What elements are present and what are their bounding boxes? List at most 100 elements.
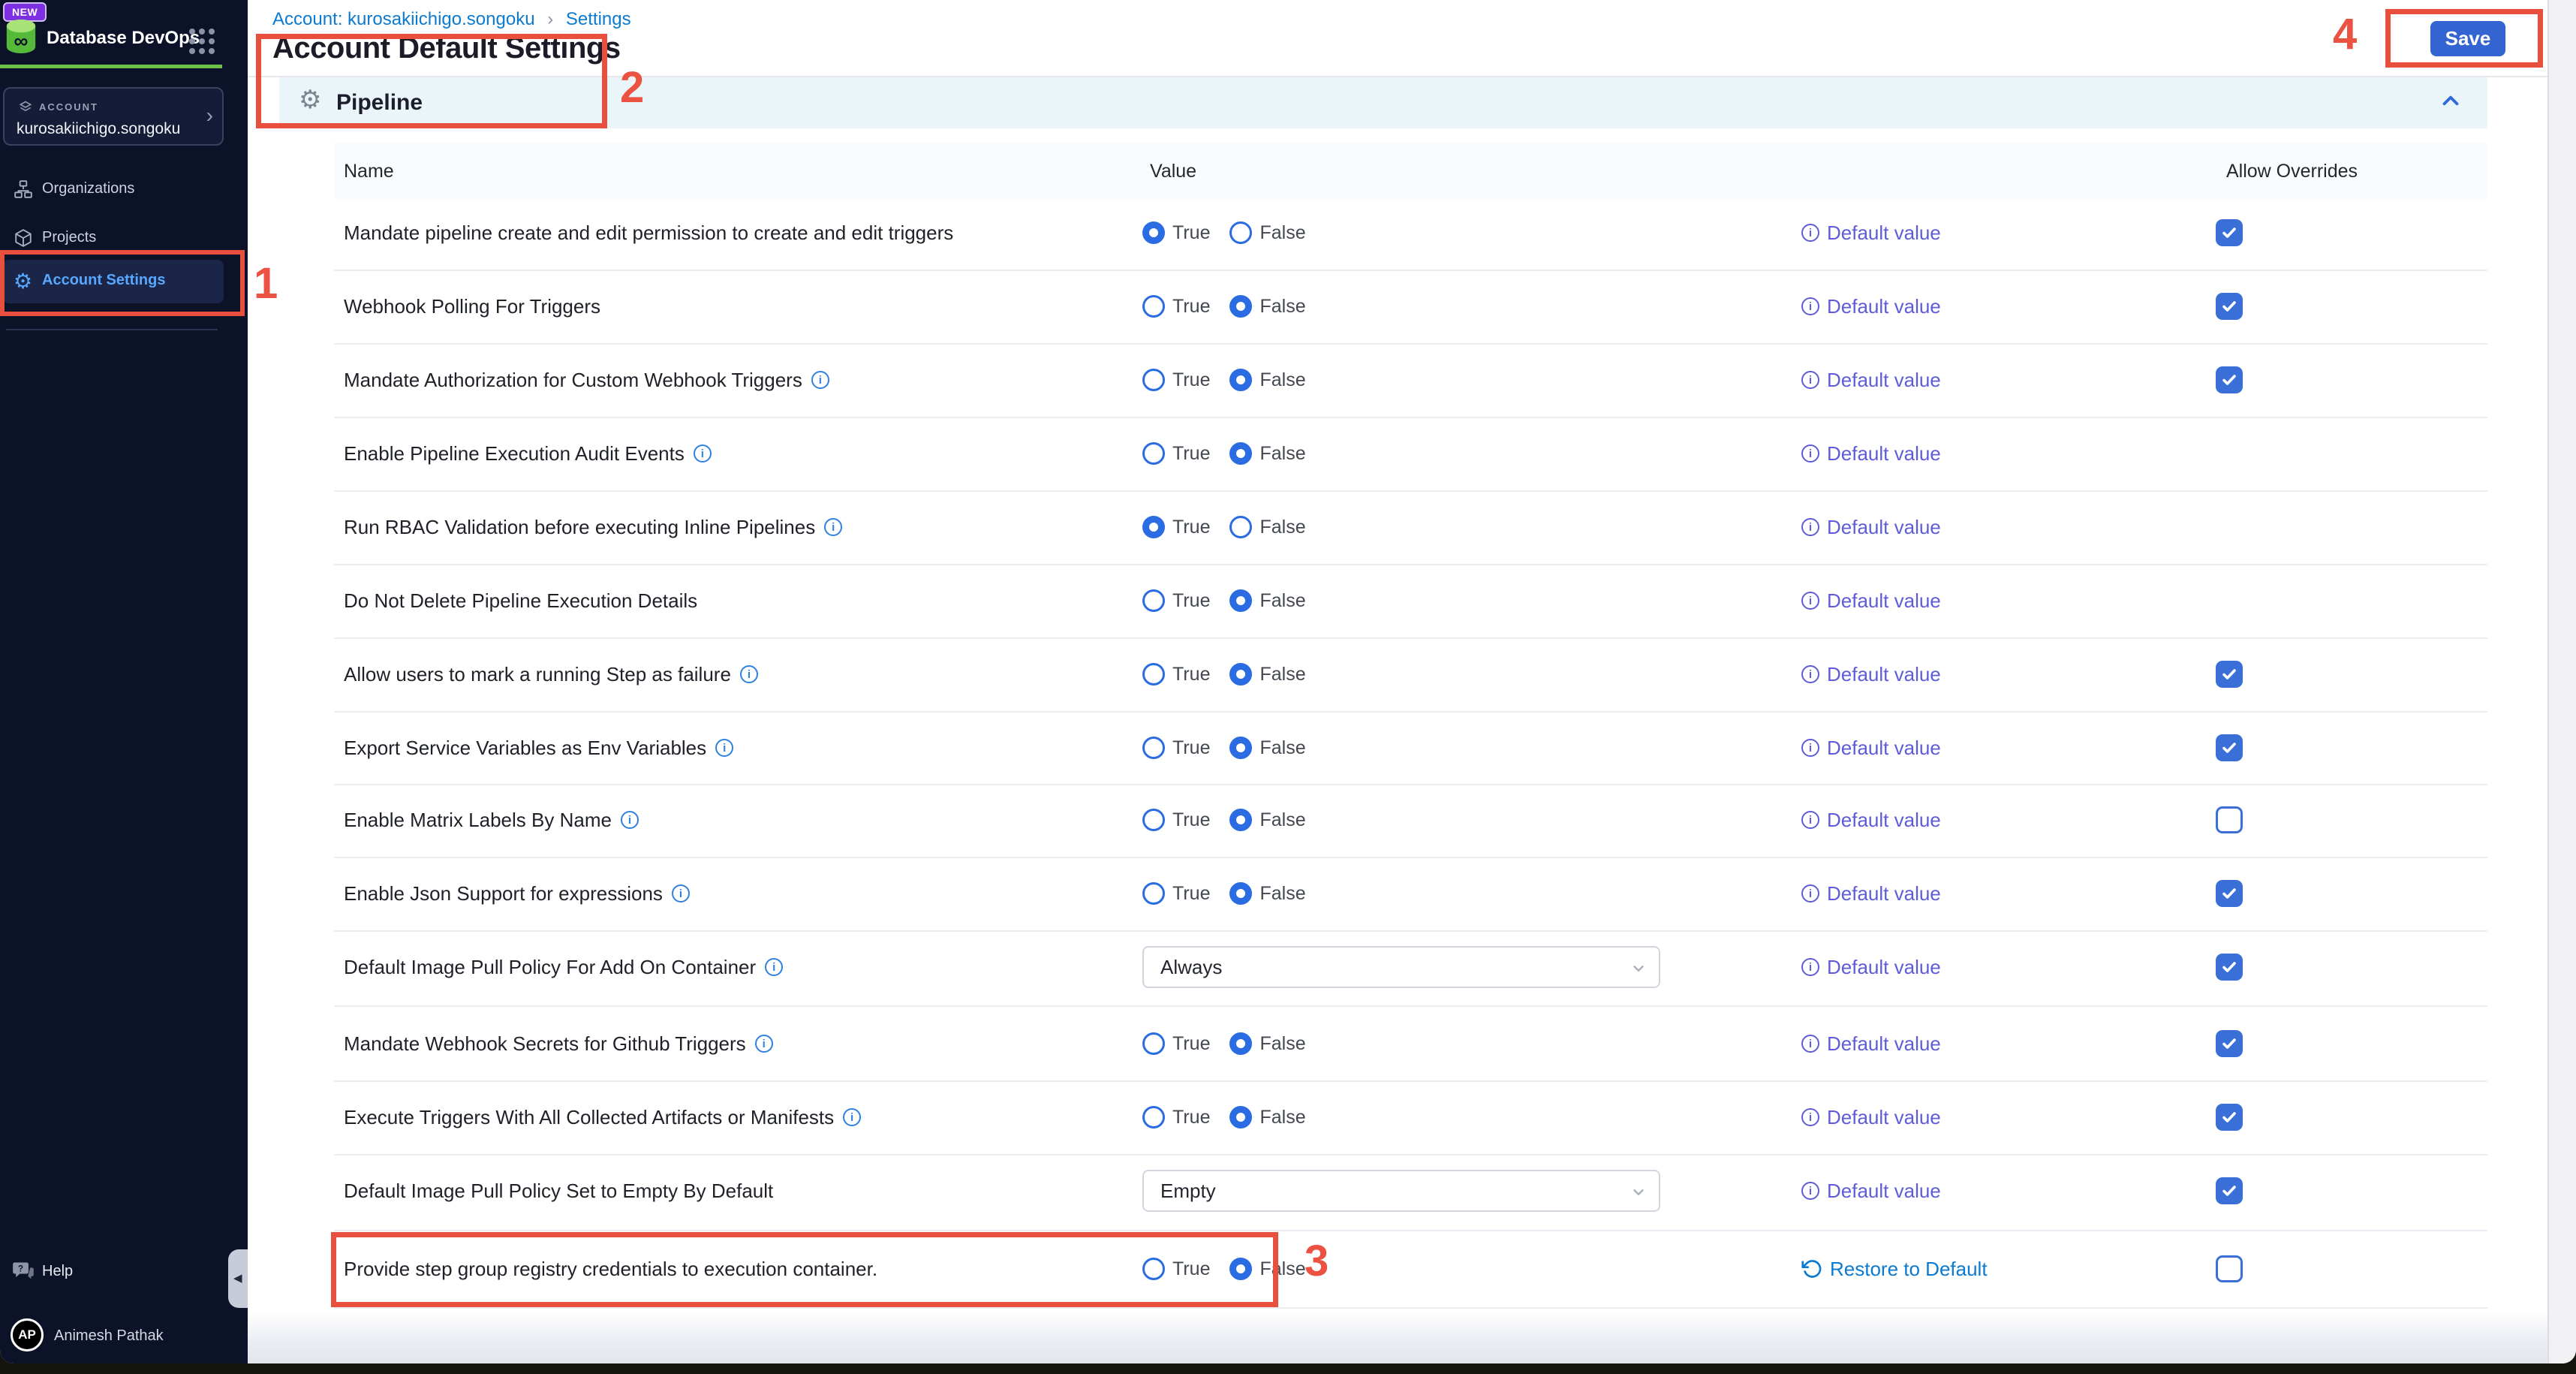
allow-overrides-checkbox[interactable] — [2216, 293, 2243, 320]
info-icon[interactable]: i — [715, 739, 733, 757]
info-icon[interactable]: i — [755, 1035, 773, 1053]
scrollbar-gutter[interactable] — [2547, 0, 2576, 1363]
radio-true[interactable] — [1142, 1258, 1165, 1280]
radio-true[interactable] — [1142, 221, 1165, 244]
default-value-label: Default value — [1827, 663, 1941, 686]
radio-true[interactable] — [1142, 1106, 1165, 1128]
user-avatar[interactable]: AP — [11, 1318, 44, 1351]
radio-false[interactable] — [1229, 1106, 1252, 1128]
sidebar-item-help[interactable]: ? Help — [0, 1255, 222, 1293]
info-icon[interactable]: i — [621, 811, 639, 829]
radio-false[interactable] — [1229, 516, 1252, 538]
settings-row: Enable Pipeline Execution Audit Eventsi … — [334, 417, 2487, 490]
setting-action: iDefault value — [1801, 1007, 1941, 1080]
radio-false-label: False — [1259, 809, 1305, 831]
radio-false[interactable] — [1229, 663, 1252, 685]
radio-false[interactable] — [1229, 221, 1252, 244]
radio-false[interactable] — [1229, 737, 1252, 759]
default-value-link[interactable]: iDefault value — [1801, 663, 1941, 686]
default-value-link[interactable]: iDefault value — [1801, 589, 1941, 613]
default-value-link[interactable]: iDefault value — [1801, 1032, 1941, 1056]
default-value-link[interactable]: iDefault value — [1801, 809, 1941, 832]
default-value-link[interactable]: iDefault value — [1801, 221, 1941, 245]
chevron-right-icon[interactable]: › — [206, 104, 213, 128]
radio-true[interactable] — [1142, 663, 1165, 685]
info-icon: i — [1801, 371, 1819, 389]
allow-overrides-checkbox[interactable] — [2216, 1104, 2243, 1131]
info-icon[interactable]: i — [694, 444, 712, 463]
info-icon[interactable]: i — [765, 958, 783, 976]
allow-overrides-checkbox[interactable] — [2216, 661, 2243, 688]
radio-false[interactable] — [1229, 882, 1252, 905]
radio-false[interactable] — [1229, 442, 1252, 465]
radio-false[interactable] — [1229, 1258, 1252, 1280]
default-value-link[interactable]: iDefault value — [1801, 1334, 1941, 1357]
radio-true[interactable] — [1142, 369, 1165, 391]
sidebar-item-organizations[interactable]: Organizations — [3, 168, 224, 212]
allow-overrides-checkbox[interactable] — [2216, 1255, 2243, 1282]
radio-true[interactable] — [1142, 882, 1165, 905]
allow-overrides-checkbox[interactable] — [2216, 219, 2243, 246]
check-icon — [2220, 665, 2238, 683]
sidebar-collapse-handle[interactable]: ◀ — [228, 1249, 248, 1308]
radio-true[interactable] — [1142, 516, 1165, 538]
allow-overrides-checkbox[interactable] — [2216, 734, 2243, 761]
allow-overrides-checkbox[interactable] — [2216, 366, 2243, 393]
sidebar-item-account-settings[interactable]: ⚙ Account Settings — [3, 260, 224, 303]
info-icon[interactable]: i — [824, 518, 842, 536]
default-value-link[interactable]: iDefault value — [1801, 442, 1941, 466]
allow-overrides-checkbox[interactable] — [2216, 880, 2243, 907]
radio-true-label: True — [1172, 883, 1210, 905]
radio-false-label: False — [1259, 664, 1305, 685]
value-select[interactable]: Always — [1142, 946, 1660, 988]
setting-action: iDefault value — [1801, 1154, 1941, 1228]
radio-false[interactable] — [1229, 589, 1252, 612]
radio-true[interactable] — [1142, 589, 1165, 612]
info-icon[interactable]: i — [740, 665, 758, 683]
default-value-link[interactable]: iDefault value — [1801, 369, 1941, 392]
settings-row: Provide step group registry credentials … — [334, 1232, 2487, 1306]
default-value-link[interactable]: iDefault value — [1801, 1106, 1941, 1129]
allow-overrides-checkbox[interactable] — [2216, 954, 2243, 981]
radio-false[interactable] — [1229, 295, 1252, 318]
radio-false[interactable] — [1229, 1032, 1252, 1055]
setting-name: Pipeline Timeouti — [344, 1309, 515, 1363]
info-icon[interactable]: i — [497, 1336, 515, 1354]
default-value-label: Default value — [1827, 221, 1941, 245]
radio-false[interactable] — [1229, 369, 1252, 391]
timeout-input[interactable]: 4h — [1142, 1324, 1593, 1363]
default-value-link[interactable]: iDefault value — [1801, 956, 1941, 979]
info-icon[interactable]: i — [811, 371, 829, 389]
info-icon[interactable]: i — [843, 1108, 861, 1126]
setting-name: Default Image Pull Policy For Add On Con… — [344, 930, 783, 1004]
setting-name-text: Webhook Polling For Triggers — [344, 295, 600, 318]
radio-false[interactable] — [1229, 809, 1252, 831]
default-value-link[interactable]: iDefault value — [1801, 882, 1941, 905]
allow-overrides-checkbox[interactable] — [2216, 1030, 2243, 1057]
default-value-link[interactable]: iDefault value — [1801, 516, 1941, 539]
allow-overrides-checkbox[interactable] — [2216, 806, 2243, 833]
radio-true[interactable] — [1142, 295, 1165, 318]
info-icon[interactable]: i — [672, 884, 690, 902]
radio-true[interactable] — [1142, 442, 1165, 465]
value-select[interactable]: Empty — [1142, 1170, 1660, 1212]
radio-true-label: True — [1172, 737, 1210, 759]
restore-to-default-link[interactable]: Restore to Default — [1801, 1258, 1988, 1281]
user-name[interactable]: Animesh Pathak — [54, 1327, 164, 1345]
allow-overrides-checkbox[interactable] — [2216, 1177, 2243, 1204]
allow-overrides-checkbox[interactable] — [2216, 1332, 2243, 1359]
radio-true[interactable] — [1142, 809, 1165, 831]
radio-true[interactable] — [1142, 1032, 1165, 1055]
default-value-link[interactable]: iDefault value — [1801, 1180, 1941, 1203]
setting-name-text: Default Image Pull Policy Set to Empty B… — [344, 1180, 773, 1203]
default-value-link[interactable]: iDefault value — [1801, 295, 1941, 318]
database-devops-logo-icon[interactable]: ∞ — [4, 19, 38, 59]
account-selector[interactable]: ACCOUNT kurosakiichigo.songoku › — [3, 87, 224, 146]
setting-name-text: Default Image Pull Policy For Add On Con… — [344, 956, 756, 979]
radio-true[interactable] — [1142, 737, 1165, 759]
module-grid-icon[interactable] — [189, 29, 215, 54]
sidebar-item-projects[interactable]: Projects — [3, 217, 224, 261]
pin-button[interactable] — [1593, 1324, 1639, 1363]
setting-name-text: Do Not Delete Pipeline Execution Details — [344, 589, 697, 613]
default-value-link[interactable]: iDefault value — [1801, 737, 1941, 760]
